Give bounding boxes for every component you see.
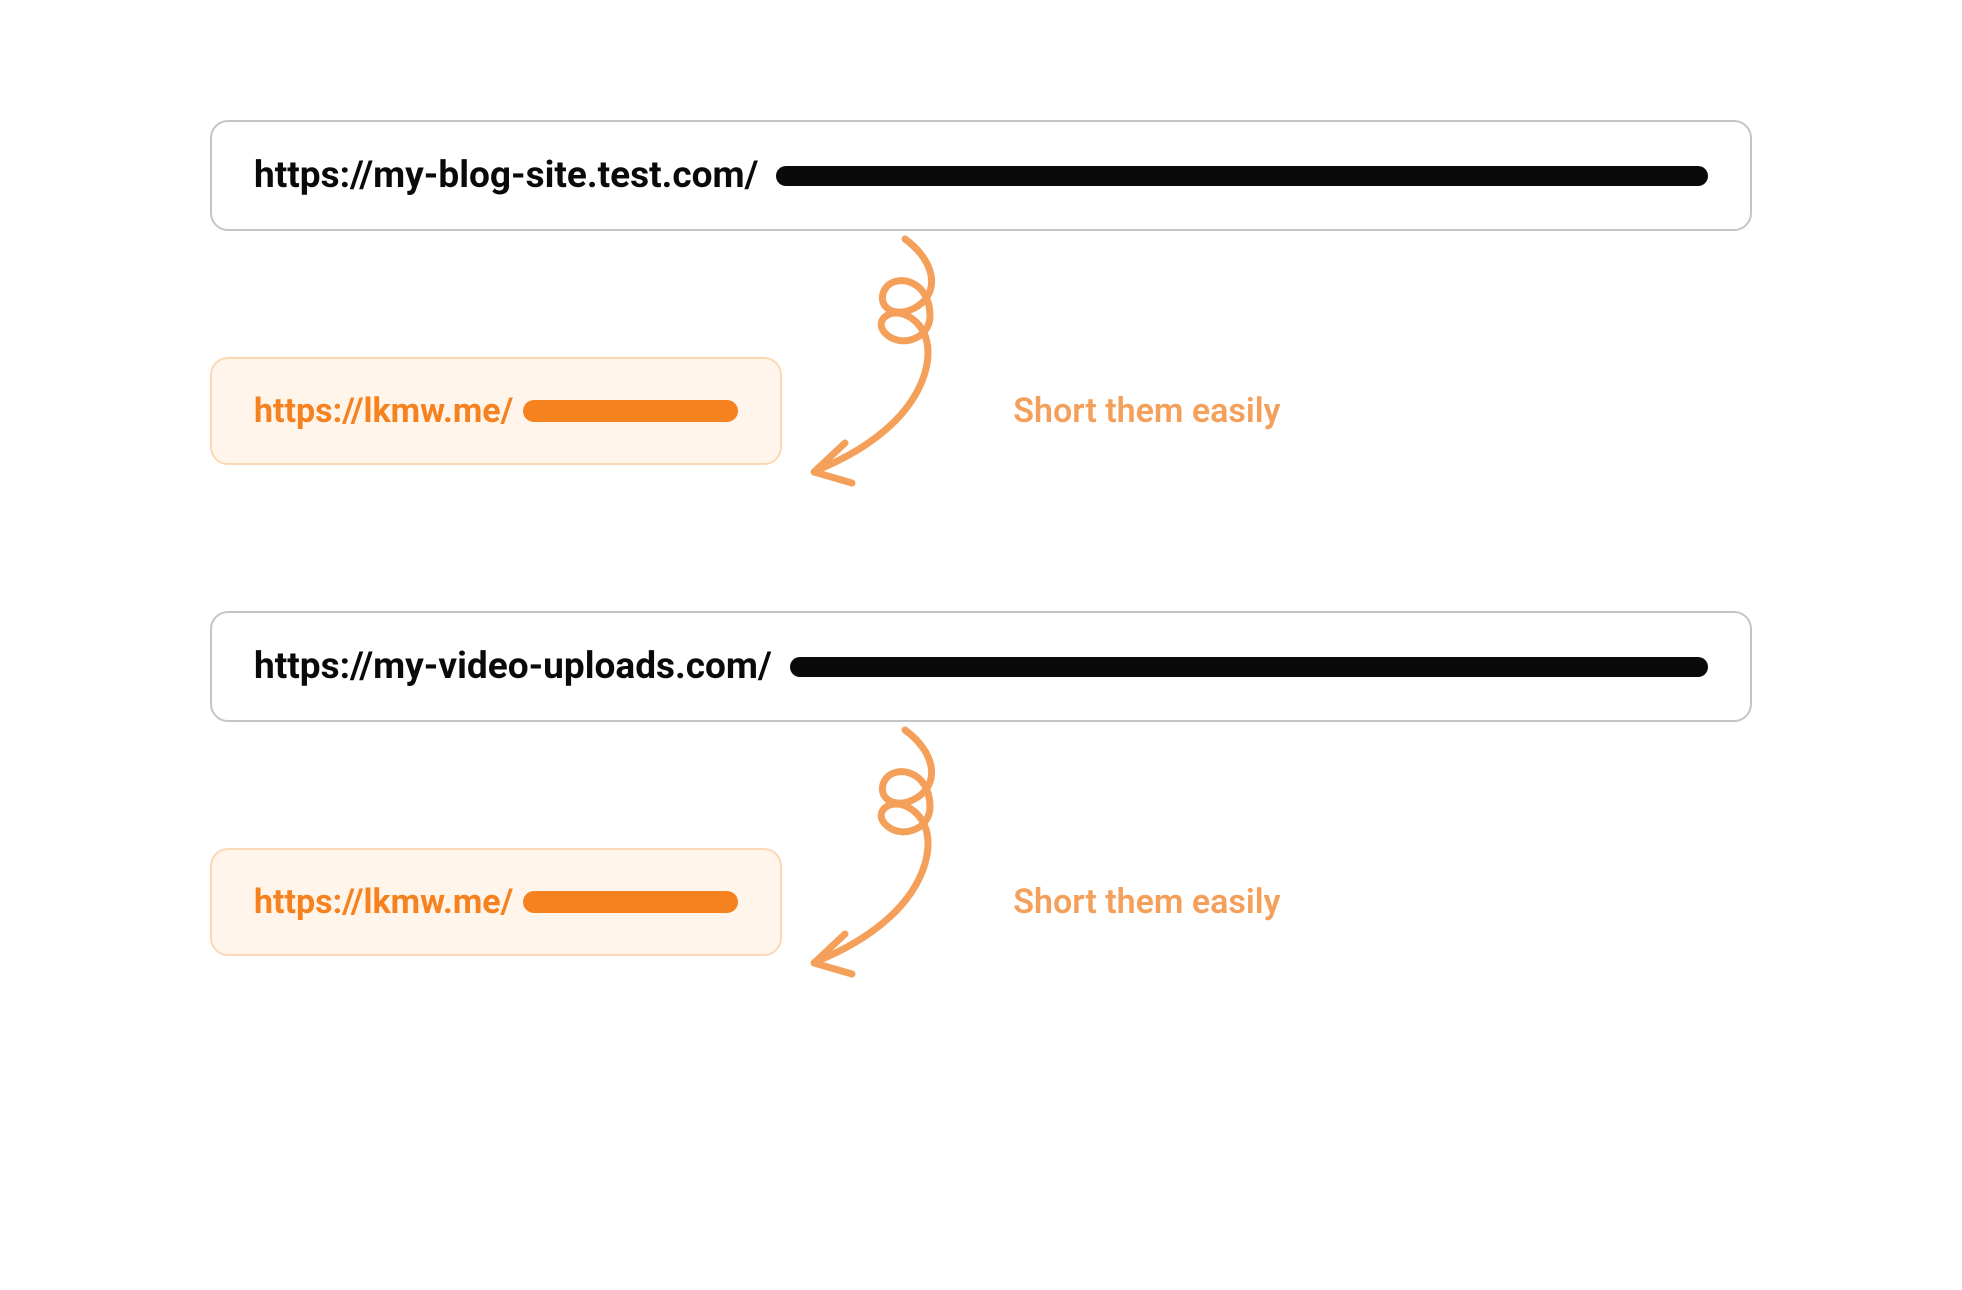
redacted-path-bar [776,166,1708,186]
url-shortener-example: https://my-blog-site.test.com/ https://l… [210,120,1752,501]
short-url-box: https://lkmw.me/ [210,357,782,465]
short-url-row: https://lkmw.me/ Short them easily [210,321,1752,501]
redacted-short-path-bar [523,400,738,422]
curly-arrow-icon [800,712,975,992]
short-url-text: https://lkmw.me/ [254,882,513,922]
long-url-text: https://my-video-uploads.com/ [254,645,772,688]
url-shortener-example: https://my-video-uploads.com/ https://lk… [210,611,1752,992]
curly-arrow-icon [800,221,975,501]
short-url-box: https://lkmw.me/ [210,848,782,956]
caption-text: Short them easily [1013,882,1280,922]
redacted-path-bar [790,657,1708,677]
long-url-box: https://my-blog-site.test.com/ [210,120,1752,231]
caption-text: Short them easily [1013,391,1280,431]
short-url-row: https://lkmw.me/ Short them easily [210,812,1752,992]
long-url-box: https://my-video-uploads.com/ [210,611,1752,722]
long-url-text: https://my-blog-site.test.com/ [254,154,758,197]
short-url-text: https://lkmw.me/ [254,391,513,431]
redacted-short-path-bar [523,891,738,913]
